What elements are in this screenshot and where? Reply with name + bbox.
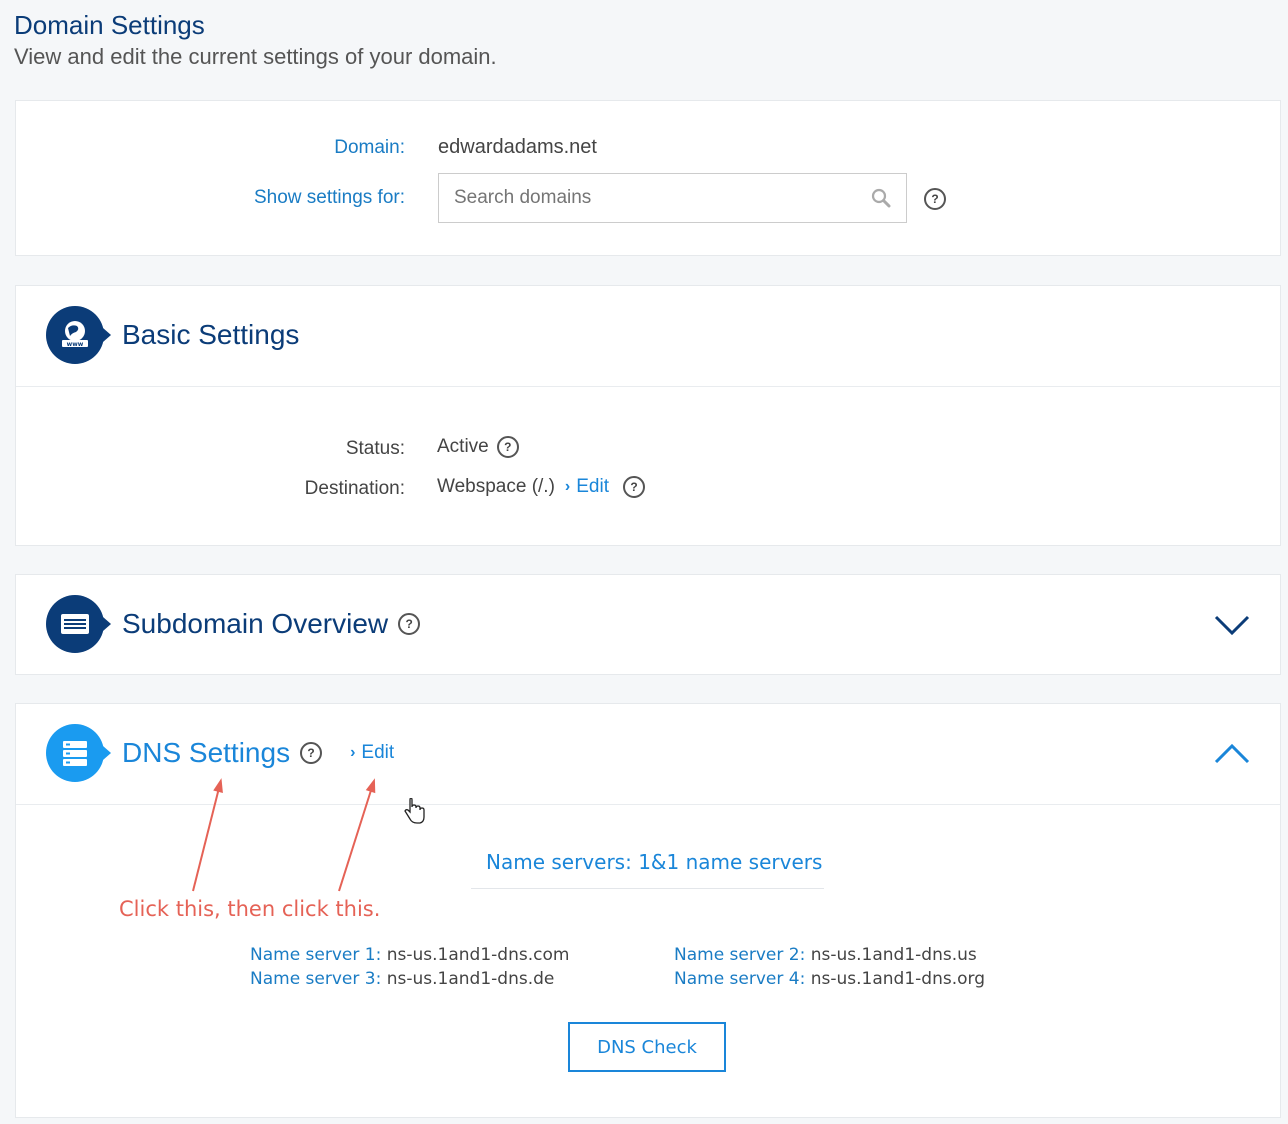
dns-header[interactable]: DNS Settings ? › Edit	[16, 704, 1280, 805]
dns-title: DNS Settings	[122, 737, 291, 768]
dns-check-button[interactable]: DNS Check	[568, 1022, 726, 1072]
annotation-text: Click this, then click this.	[119, 897, 381, 921]
name-server-1-value: ns-us.1and1-dns.com	[386, 945, 570, 965]
name-server-3-value: ns-us.1and1-dns.de	[386, 969, 555, 989]
domain-value: edwardadams.net	[438, 136, 597, 158]
status-value: Active	[437, 436, 489, 457]
chevron-right-icon: ›	[564, 478, 571, 495]
status-label: Status:	[345, 438, 405, 459]
destination-edit-link[interactable]: › Edit	[565, 476, 609, 498]
subdomain-title-row: Subdomain Overview ?	[122, 607, 421, 641]
subdomain-overview-card[interactable]: Subdomain Overview ?	[15, 574, 1281, 675]
domain-label: Domain:	[334, 137, 405, 158]
page-header: Domain Settings View and edit the curren…	[14, 8, 497, 72]
page-subtitle: View and edit the current settings of yo…	[14, 44, 497, 69]
dns-edit-link[interactable]: › Edit	[350, 742, 394, 764]
search-input[interactable]	[439, 174, 889, 222]
www-globe-icon: www	[46, 306, 111, 364]
name-server-3-label: Name server 3:	[250, 969, 382, 989]
domain-search-box[interactable]	[438, 173, 907, 223]
name-server-2: Name server 2: ns-us.1and1-dns.us	[674, 945, 977, 965]
page-title: Domain Settings	[14, 10, 205, 40]
name-servers-divider	[471, 888, 824, 889]
basic-settings-card: www Basic Settings Status: Active ? Dest…	[15, 285, 1281, 546]
name-server-4-value: ns-us.1and1-dns.org	[810, 969, 985, 989]
name-server-3: Name server 3: ns-us.1and1-dns.de	[250, 969, 554, 989]
name-server-4: Name server 4: ns-us.1and1-dns.org	[674, 969, 985, 989]
subdomain-title: Subdomain Overview	[122, 608, 389, 639]
destination-label: Destination:	[304, 478, 405, 499]
server-icon	[46, 724, 111, 782]
subdomain-help-icon[interactable]: ?	[398, 613, 421, 635]
name-server-4-label: Name server 4:	[674, 969, 806, 989]
name-server-2-value: ns-us.1and1-dns.us	[810, 945, 977, 965]
chevron-up-icon[interactable]	[1214, 742, 1250, 766]
name-server-1-label: Name server 1:	[250, 945, 382, 965]
chevron-right-icon: ›	[350, 744, 356, 761]
dns-settings-card: DNS Settings ? › Edit Name servers: 1&1 …	[15, 703, 1281, 1118]
dns-title-row: DNS Settings ? › Edit	[122, 736, 394, 770]
domain-card: Domain: edwardadams.net Show settings fo…	[15, 100, 1281, 256]
status-row: Active ?	[437, 436, 519, 458]
name-server-2-label: Name server 2:	[674, 945, 806, 965]
destination-row: Webspace (/.) › Edit ?	[437, 476, 645, 498]
search-icon[interactable]	[870, 187, 892, 214]
destination-value: Webspace (/.)	[437, 476, 555, 497]
basic-settings-header: www Basic Settings	[16, 286, 1280, 387]
destination-edit-label: Edit	[576, 476, 609, 497]
subdomain-header[interactable]: Subdomain Overview ?	[16, 575, 1280, 675]
chevron-down-icon[interactable]	[1214, 613, 1250, 637]
hand-cursor-icon	[404, 798, 425, 824]
dns-help-icon[interactable]: ?	[300, 742, 323, 764]
destination-help-icon[interactable]: ?	[623, 476, 645, 498]
svg-text:www: www	[67, 341, 84, 348]
name-servers-heading: Name servers: 1&1 name servers	[486, 850, 823, 874]
name-server-1: Name server 1: ns-us.1and1-dns.com	[250, 945, 569, 965]
status-help-icon[interactable]: ?	[496, 436, 519, 458]
list-icon	[46, 595, 111, 653]
help-icon[interactable]: ?	[924, 188, 946, 210]
basic-settings-title: Basic Settings	[122, 319, 300, 350]
dns-edit-label: Edit	[361, 742, 395, 763]
show-settings-label: Show settings for:	[253, 187, 405, 208]
